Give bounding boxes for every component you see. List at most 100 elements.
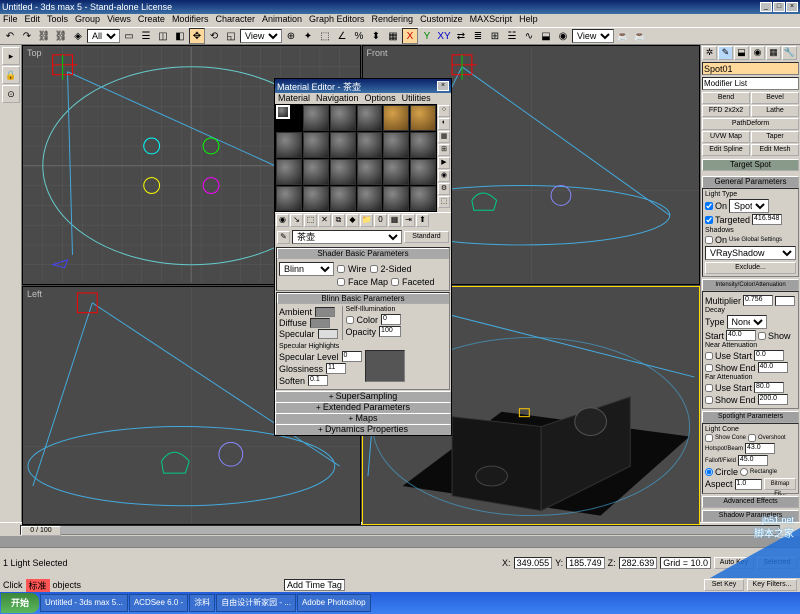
manipulate-button[interactable]: ✦ <box>300 28 316 44</box>
video-check-icon[interactable]: ▶ <box>438 157 450 169</box>
mat-slot[interactable] <box>383 105 409 131</box>
circle-radio[interactable] <box>705 468 713 476</box>
object-name-field[interactable]: Spot01 <box>702 62 799 75</box>
mat-slot[interactable] <box>383 186 409 212</box>
mat-slot[interactable] <box>410 186 436 212</box>
x-coord[interactable]: 349.055 <box>514 557 553 569</box>
task-tuliao[interactable]: 涂料 <box>189 594 215 612</box>
time-tag[interactable]: Add Time Tag <box>284 579 345 591</box>
general-params-header[interactable]: General Parameters <box>702 176 799 188</box>
put-library-icon[interactable]: 📁 <box>360 214 373 227</box>
schematic-button[interactable]: ⬓ <box>538 28 554 44</box>
get-material-icon[interactable]: ◉ <box>276 214 289 227</box>
specular-swatch[interactable] <box>318 329 338 339</box>
redo-button[interactable]: ↷ <box>19 28 35 44</box>
select-name-button[interactable]: ☰ <box>138 28 154 44</box>
put-to-scene-icon[interactable]: ↘ <box>290 214 303 227</box>
modify-tab[interactable]: ✎ <box>718 46 733 60</box>
timeline-ruler[interactable] <box>0 536 800 548</box>
z-coord[interactable]: 282.639 <box>619 557 658 569</box>
select-by-mat-icon[interactable]: ⬚ <box>438 196 450 208</box>
medlg-close[interactable]: × <box>437 81 449 91</box>
lock-button[interactable]: 🔒 <box>2 66 20 84</box>
me-menu-options[interactable]: Options <box>365 93 396 104</box>
mod-editmesh[interactable]: Edit Mesh <box>751 144 799 156</box>
assign-icon[interactable]: ⬚ <box>304 214 317 227</box>
mat-slot[interactable] <box>303 186 329 212</box>
shadow-on-check[interactable] <box>705 236 713 244</box>
menu-group[interactable]: Group <box>75 14 100 27</box>
restrict-y-button[interactable]: Y <box>419 28 435 44</box>
motion-tab[interactable]: ◉ <box>750 46 765 60</box>
reset-icon[interactable]: ✕ <box>318 214 331 227</box>
bind-button[interactable]: ◈ <box>70 28 86 44</box>
mat-slot[interactable] <box>357 105 383 131</box>
restrict-xy-button[interactable]: XY <box>436 28 452 44</box>
menu-tools[interactable]: Tools <box>47 14 68 27</box>
decay-type[interactable]: None <box>727 315 767 329</box>
minimize-button[interactable]: _ <box>760 2 772 12</box>
shader-select[interactable]: Blinn <box>279 262 334 276</box>
mat-slot[interactable] <box>383 132 409 158</box>
percent-snap-button[interactable]: % <box>351 28 367 44</box>
helper-button[interactable]: ⊙ <box>2 85 20 103</box>
menu-grapheditors[interactable]: Graph Editors <box>309 14 365 27</box>
mirror-button[interactable]: ⇄ <box>453 28 469 44</box>
make-copy-icon[interactable]: ⧉ <box>332 214 345 227</box>
menu-maxscript[interactable]: MAXScript <box>470 14 513 27</box>
setkey-button[interactable]: Set Key <box>704 579 744 591</box>
material-type-button[interactable]: Standard <box>404 231 449 243</box>
color-swatch[interactable] <box>775 296 795 306</box>
mod-uvw[interactable]: UVW Map <box>702 131 750 143</box>
mat-slot[interactable] <box>276 132 302 158</box>
mat-slot[interactable] <box>276 159 302 185</box>
menu-customize[interactable]: Customize <box>420 14 463 27</box>
time-slider[interactable]: 0 / 100 <box>0 522 800 536</box>
make-preview-icon[interactable]: ◉ <box>438 170 450 182</box>
material-editor-dialog[interactable]: Material Editor - 茶壶× Material Navigatio… <box>274 78 452 436</box>
menu-create[interactable]: Create <box>138 14 165 27</box>
render-type[interactable]: View <box>572 29 614 43</box>
keyfilter-button[interactable]: Key Filters... <box>747 579 797 591</box>
menu-animation[interactable]: Animation <box>262 14 302 27</box>
hierarchy-tab[interactable]: ⬓ <box>734 46 749 60</box>
selection-filter[interactable]: All <box>87 29 120 43</box>
menu-modifiers[interactable]: Modifiers <box>172 14 209 27</box>
ambient-swatch[interactable] <box>315 307 335 317</box>
light-on-check[interactable] <box>705 202 713 210</box>
light-type-select[interactable]: Spot <box>729 199 769 213</box>
mat-slot[interactable] <box>357 159 383 185</box>
start-button[interactable]: 开始 <box>1 593 39 613</box>
undo-button[interactable]: ↶ <box>2 28 18 44</box>
extended-roll[interactable]: + Extended Parameters <box>275 402 451 413</box>
display-tab[interactable]: ▦ <box>766 46 781 60</box>
mod-bevel[interactable]: Bevel <box>751 92 799 104</box>
window-crossing-button[interactable]: ◧ <box>172 28 188 44</box>
spotlight-header[interactable]: Spotlight Parameters <box>702 411 799 423</box>
exclude-button[interactable]: Exclude... <box>705 262 796 274</box>
mod-pathdeform[interactable]: PathDeform <box>702 118 799 130</box>
multiplier-spinner[interactable]: 0.756 <box>743 295 773 306</box>
mod-bend[interactable]: Bend <box>702 92 750 104</box>
mod-ffd[interactable]: FFD 2x2x2 <box>702 105 750 117</box>
supersampling-roll[interactable]: + SuperSampling <box>275 391 451 402</box>
shader-basic-header[interactable]: Shader Basic Parameters <box>277 248 449 259</box>
link-button[interactable]: ⛓ <box>36 28 52 44</box>
unlink-button[interactable]: ⛓ <box>53 28 69 44</box>
menu-file[interactable]: File <box>3 14 18 27</box>
mat-slot[interactable] <box>330 132 356 158</box>
show-end-icon[interactable]: ⇥ <box>402 214 415 227</box>
mat-slot[interactable] <box>357 186 383 212</box>
mat-slot[interactable] <box>330 186 356 212</box>
mat-slot[interactable] <box>330 105 356 131</box>
align-button[interactable]: ≣ <box>470 28 486 44</box>
mod-lathe[interactable]: Lathe <box>751 105 799 117</box>
go-parent-icon[interactable]: ⬆ <box>416 214 429 227</box>
utilities-tab[interactable]: 🔧 <box>782 46 797 60</box>
make-unique-icon[interactable]: ◆ <box>346 214 359 227</box>
curve-editor-button[interactable]: ∿ <box>521 28 537 44</box>
rotate-button[interactable]: ⟲ <box>206 28 222 44</box>
mat-slot[interactable] <box>303 132 329 158</box>
background-icon[interactable]: ▦ <box>438 131 450 143</box>
blinn-basic-header[interactable]: Blinn Basic Parameters <box>277 293 449 304</box>
